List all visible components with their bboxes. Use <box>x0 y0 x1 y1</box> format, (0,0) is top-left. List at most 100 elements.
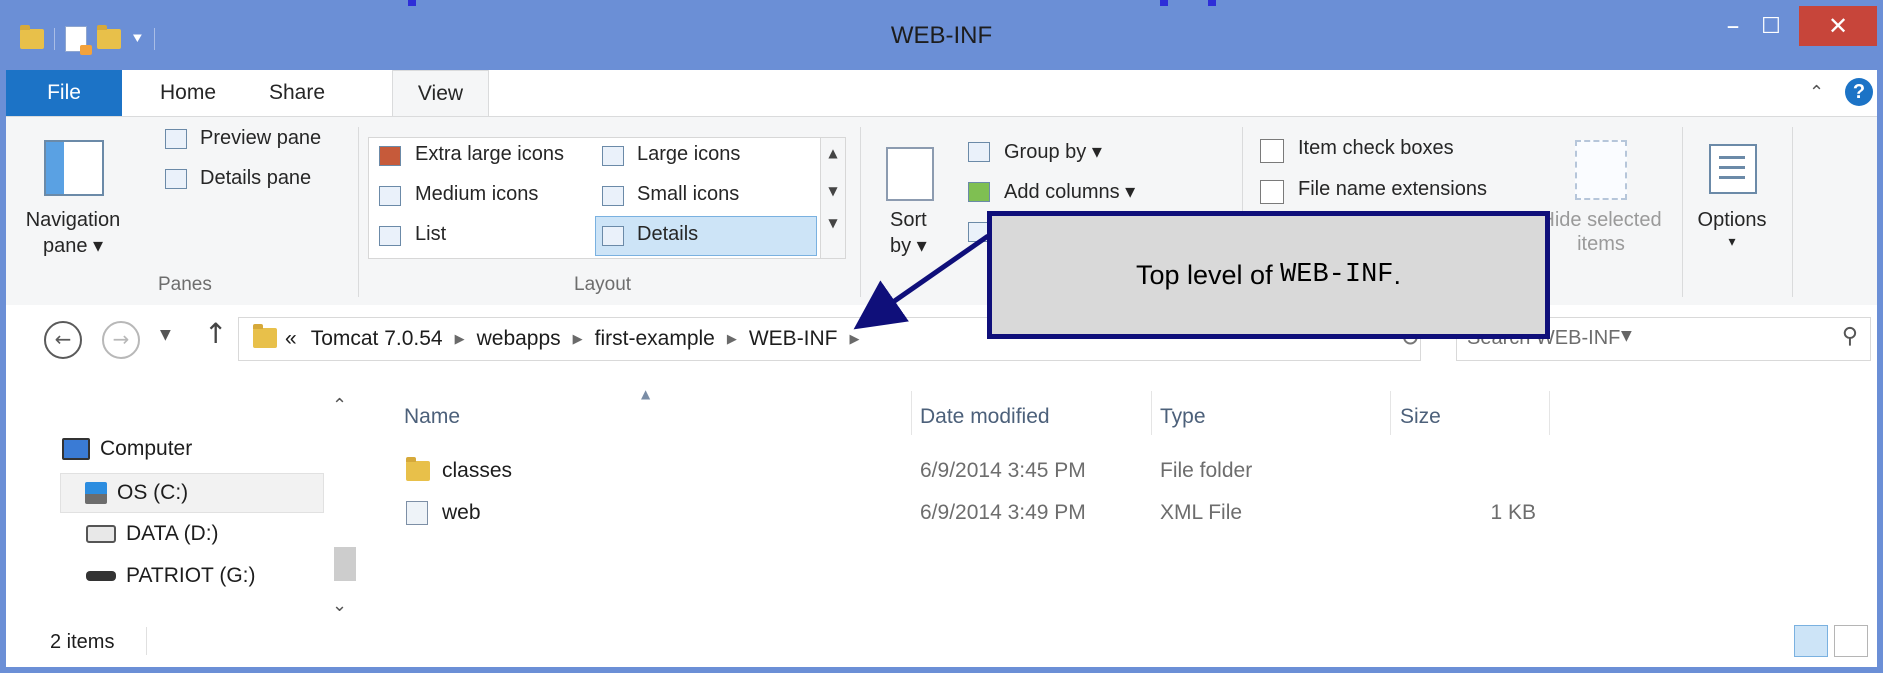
window-title: WEB-INF <box>890 22 993 49</box>
details-view-button[interactable] <box>1794 625 1828 657</box>
group-label-layout: Layout <box>574 274 632 295</box>
add-columns-icon <box>968 182 990 202</box>
scroll-up-icon[interactable]: ⌃ <box>332 395 347 416</box>
file-name-extensions-checkbox[interactable] <box>1260 180 1284 204</box>
small-icons-icon <box>602 186 624 206</box>
details-pane-button[interactable]: Details pane <box>200 167 311 190</box>
item-check-boxes-checkbox[interactable] <box>1260 139 1284 163</box>
chevron-right-icon[interactable]: ▶ <box>727 331 737 347</box>
item-check-boxes-label[interactable]: Item check boxes <box>1298 137 1454 160</box>
layout-extra-large-icons[interactable]: Extra large icons <box>415 143 564 166</box>
help-icon[interactable]: ? <box>1845 78 1873 106</box>
drive-icon <box>86 525 116 543</box>
breadcrumb-item[interactable]: Tomcat 7.0.54 <box>311 327 443 351</box>
callout-code: WEB-INF <box>1280 260 1394 290</box>
column-header-date-modified[interactable]: Date modified <box>920 405 1050 429</box>
group-divider <box>860 127 861 297</box>
table-row[interactable]: classes 6/9/2014 3:45 PM File folder <box>356 453 1856 489</box>
layout-small-icons[interactable]: Small icons <box>637 183 739 206</box>
column-divider[interactable] <box>1390 391 1391 435</box>
column-header-type[interactable]: Type <box>1160 405 1206 429</box>
collapse-ribbon-icon[interactable]: ⌃ <box>1809 82 1824 103</box>
navigation-pane-icon[interactable] <box>44 140 104 196</box>
title-bar[interactable]: ⯆ WEB-INF – ☐ ✕ <box>6 6 1877 70</box>
table-row[interactable]: web 6/9/2014 3:49 PM XML File 1 KB <box>356 495 1856 531</box>
column-divider[interactable] <box>1549 391 1550 435</box>
nav-item-label: OS (C:) <box>117 481 189 504</box>
close-button[interactable]: ✕ <box>1799 6 1877 46</box>
sort-by-icon <box>886 147 934 201</box>
tab-home[interactable]: Home <box>147 70 229 116</box>
item-count: 2 items <box>50 631 115 653</box>
add-columns-button[interactable]: Add columns ▾ <box>1004 179 1135 204</box>
gallery-expand-icon[interactable]: ▼ <box>821 216 845 230</box>
search-icon[interactable]: ⚲ <box>1842 324 1858 349</box>
breadcrumb-item[interactable]: WEB-INF <box>749 327 838 351</box>
large-icons-view-button[interactable] <box>1834 625 1868 657</box>
layout-details[interactable]: Details <box>637 223 698 246</box>
up-button[interactable]: ↑ <box>204 317 227 350</box>
file-name: web <box>442 501 481 524</box>
navigation-pane-dropdown[interactable]: pane ▾ <box>6 233 140 258</box>
nav-item-computer[interactable]: Computer <box>62 430 192 468</box>
preview-pane-button[interactable]: Preview pane <box>200 127 321 150</box>
breadcrumb-item[interactable]: webapps <box>477 327 561 351</box>
hide-selected-items-icon <box>1575 140 1627 200</box>
layout-medium-icons[interactable]: Medium icons <box>415 183 538 206</box>
file-date-modified: 6/9/2014 3:49 PM <box>920 501 1086 524</box>
explorer-window: ⯆ WEB-INF – ☐ ✕ File Home Share View ⌃ ?… <box>6 6 1877 667</box>
extra-large-icons-icon <box>379 146 401 166</box>
forward-button[interactable]: → <box>102 321 140 359</box>
chevron-right-icon[interactable]: ▶ <box>455 331 465 347</box>
back-button[interactable]: ← <box>44 321 82 359</box>
computer-icon <box>62 438 90 460</box>
chevron-right-icon[interactable]: ▶ <box>573 331 583 347</box>
folder-icon <box>253 324 277 348</box>
column-divider[interactable] <box>1151 391 1152 435</box>
navigation-pane-button[interactable]: Navigation <box>6 209 140 232</box>
breadcrumb-item[interactable]: first-example <box>595 327 715 351</box>
column-divider[interactable] <box>911 391 912 435</box>
scroll-down-icon[interactable]: ▼ <box>821 184 845 198</box>
nav-pane-scrollbar[interactable]: ⌃ ⌄ <box>327 395 358 616</box>
file-name-extensions-label[interactable]: File name extensions <box>1298 178 1487 201</box>
file-name: classes <box>442 459 513 482</box>
sort-by-dropdown[interactable]: by ▾ <box>890 233 927 258</box>
group-by-icon <box>968 142 990 162</box>
tab-file[interactable]: File <box>6 70 122 116</box>
nav-item-label: DATA (D:) <box>126 522 219 545</box>
group-divider <box>1792 127 1793 297</box>
scroll-up-icon[interactable]: ▲ <box>821 146 845 160</box>
column-header-size[interactable]: Size <box>1400 405 1441 429</box>
group-label-panes: Panes <box>158 274 212 295</box>
tab-view[interactable]: View <box>392 70 489 118</box>
layout-gallery-scroll[interactable]: ▲ ▼ ▼ <box>820 137 846 259</box>
maximize-button[interactable]: ☐ <box>1743 6 1799 46</box>
scrollbar-thumb[interactable] <box>334 547 358 581</box>
sort-by-button[interactable]: Sort <box>890 209 927 232</box>
nav-item-label: Computer <box>100 437 193 460</box>
breadcrumb: « Tomcat 7.0.54 ▶ webapps ▶ first-exampl… <box>285 324 872 354</box>
file-type: XML File <box>1160 501 1243 524</box>
folder-icon <box>406 457 430 481</box>
file-date-modified: 6/9/2014 3:45 PM <box>920 459 1086 482</box>
ribbon-tabs: File Home Share View ⌃ ? <box>6 70 1877 118</box>
nav-item-label: PATRIOT (G:) <box>126 564 256 587</box>
tab-share[interactable]: Share <box>250 70 344 116</box>
chevron-right-icon[interactable]: ▶ <box>850 331 860 347</box>
callout-text-prefix: Top level of <box>1135 259 1281 290</box>
layout-list[interactable]: List <box>415 223 446 246</box>
layout-large-icons[interactable]: Large icons <box>637 143 740 166</box>
status-divider <box>146 627 147 655</box>
recent-locations-icon[interactable]: ▼ <box>160 327 171 343</box>
nav-item-data-d[interactable]: DATA (D:) <box>86 515 219 553</box>
nav-item-os-c[interactable]: OS (C:) <box>60 473 324 513</box>
column-header-name[interactable]: Name <box>404 405 460 429</box>
group-by-button[interactable]: Group by ▾ <box>1004 139 1102 164</box>
list-icon <box>379 226 401 246</box>
options-button[interactable]: Options <box>1692 209 1772 232</box>
breadcrumb-overflow[interactable]: « <box>285 327 297 351</box>
options-dropdown-icon[interactable]: ▾ <box>1692 233 1772 250</box>
address-bar-row: ← → ▼ ↑ « Tomcat 7.0.54 ▶ webapps ▶ firs… <box>6 305 1877 377</box>
nav-item-patriot-g[interactable]: PATRIOT (G:) <box>86 557 256 595</box>
